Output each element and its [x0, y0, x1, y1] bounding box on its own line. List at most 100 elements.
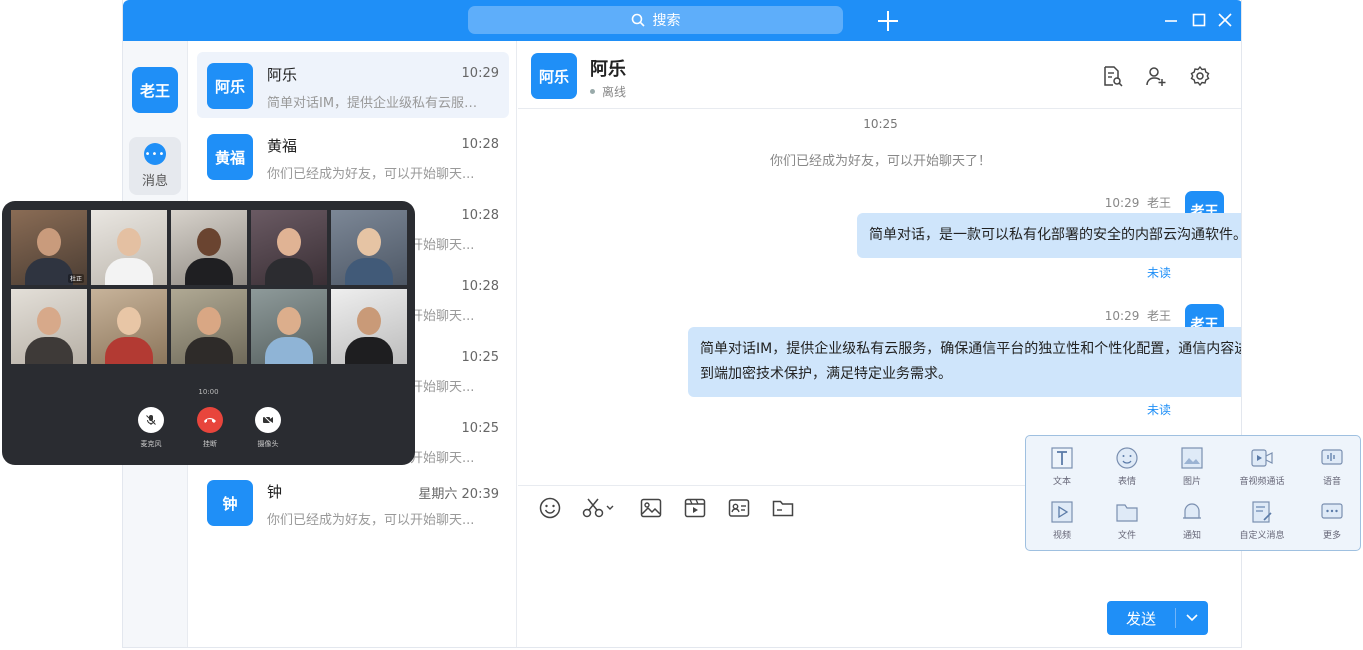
participant-body: [105, 258, 153, 285]
participant-tile[interactable]: [91, 289, 167, 364]
send-options-button[interactable]: [1176, 614, 1208, 622]
mic-button[interactable]: [138, 407, 164, 433]
image-icon: [1181, 447, 1203, 469]
conversation-name: 钟: [267, 483, 283, 501]
camera-label: 摄像头: [257, 440, 279, 448]
participant-head: [117, 307, 141, 335]
maximize-icon[interactable]: [1191, 12, 1207, 28]
camera-button[interactable]: [255, 407, 281, 433]
contact-card-icon[interactable]: [727, 496, 751, 520]
participant-body: [345, 337, 393, 364]
panel-item-custom[interactable]: 自定义消息: [1230, 500, 1294, 550]
message-bubble[interactable]: 简单对话IM，提供企业级私有云服务，确保通信平台的独立性和个性化配置，通信内容进…: [688, 327, 1241, 397]
custom-message-icon: [1252, 501, 1272, 523]
mic-label: 麦克风: [140, 440, 162, 448]
send-button[interactable]: 发送: [1107, 601, 1208, 635]
folder-icon[interactable]: [771, 496, 795, 520]
participant-tile[interactable]: [331, 289, 407, 364]
image-icon[interactable]: [639, 496, 663, 520]
participant-tile[interactable]: [251, 289, 327, 364]
participant-body: [185, 258, 233, 285]
participant-tile[interactable]: [11, 289, 87, 364]
search-placeholder: 搜索: [652, 13, 681, 29]
participant-tile[interactable]: [91, 210, 167, 285]
panel-item-image[interactable]: 图片: [1160, 446, 1224, 496]
panel-item-notify[interactable]: 通知: [1160, 500, 1224, 550]
mic-off-icon: [146, 415, 156, 425]
video-call-window: 杜正 10:00 麦克风 挂断 摄像头: [2, 201, 415, 465]
conversation-time: 10:28: [461, 208, 499, 223]
participant-head: [197, 228, 221, 256]
add-icon[interactable]: [875, 8, 901, 34]
title-bar: 搜索: [123, 0, 1241, 41]
hangup-icon: [204, 418, 216, 423]
panel-item-label: 图片: [1182, 477, 1201, 487]
panel-item-more[interactable]: 更多: [1300, 500, 1363, 550]
time-divider: 10:25: [863, 117, 898, 131]
participant-body: [345, 258, 393, 285]
user-avatar[interactable]: 老王: [132, 67, 178, 113]
close-icon[interactable]: [1217, 12, 1233, 28]
panel-item-av-call[interactable]: 音视频通话: [1230, 446, 1294, 496]
panel-item-label: 通知: [1182, 531, 1201, 541]
participant-head: [357, 228, 381, 256]
chat-header: 阿乐 阿乐 离线: [518, 41, 1241, 109]
nav-messages[interactable]: ••• 消息: [129, 137, 181, 195]
conversation-item[interactable]: 阿乐 阿乐 10:29 简单对话IM，提供企业级私有云服务...: [197, 52, 509, 118]
conversation-preview: 简单对话IM，提供企业级私有云服务...: [267, 96, 485, 111]
send-label: 发送: [1125, 609, 1156, 628]
conversation-time: 星期六 20:39: [418, 487, 499, 502]
message-type-panel: 文本 表情 图片 音视频通话 语音 视频 文件 通知 自定义消息 更多: [1025, 435, 1361, 551]
camera-off-icon: [262, 414, 274, 426]
participant-tile[interactable]: [251, 210, 327, 285]
read-status: 未读: [1146, 266, 1171, 280]
panel-item-voice[interactable]: 语音: [1300, 446, 1363, 496]
hangup-button[interactable]: [197, 407, 223, 433]
chat-avatar[interactable]: 阿乐: [531, 53, 577, 99]
panel-item-label: 视频: [1052, 531, 1071, 541]
conversation-name: 黄福: [267, 137, 298, 155]
emoji-icon: [1116, 447, 1138, 469]
conversation-item[interactable]: 黄福 黄福 10:28 你们已经成为好友，可以开始聊天...: [197, 123, 509, 189]
panel-item-label: 语音: [1322, 477, 1341, 487]
chat-status-text: 离线: [602, 85, 627, 99]
participant-tile[interactable]: [331, 210, 407, 285]
call-timer: 10:00: [198, 388, 219, 396]
search-history-icon[interactable]: [1101, 65, 1123, 87]
nav-messages-label: 消息: [141, 174, 168, 189]
panel-item-file[interactable]: 文件: [1095, 500, 1159, 550]
video-file-icon[interactable]: [683, 496, 707, 520]
status-dot: [590, 89, 595, 94]
participant-name: 杜正: [67, 274, 84, 283]
participant-tile[interactable]: 杜正: [11, 210, 87, 285]
message-sender: 老王: [1146, 196, 1171, 210]
participant-tile[interactable]: [171, 289, 247, 364]
message-bubble[interactable]: 简单对话，是一款可以私有化部署的安全的内部云沟通软件。: [857, 213, 1241, 258]
settings-icon[interactable]: [1189, 65, 1211, 87]
system-message: 你们已经成为好友，可以开始聊天了！: [769, 154, 991, 169]
folder-icon: [1116, 504, 1138, 522]
chat-name: 阿乐: [590, 59, 626, 80]
panel-item-text[interactable]: 文本: [1030, 446, 1094, 496]
search-box[interactable]: 搜索: [468, 6, 843, 34]
conversation-avatar: 钟: [207, 480, 253, 526]
panel-item-video[interactable]: 视频: [1030, 500, 1094, 550]
participant-tile[interactable]: [171, 210, 247, 285]
video-icon: [1051, 501, 1073, 523]
conversation-item[interactable]: 钟 钟 星期六 20:39 你们已经成为好友，可以开始聊天...: [197, 469, 509, 535]
participant-head: [277, 307, 301, 335]
minimize-icon[interactable]: [1163, 12, 1179, 28]
panel-item-emoji[interactable]: 表情: [1095, 446, 1159, 496]
add-member-icon[interactable]: [1145, 65, 1167, 87]
participant-body: [105, 337, 153, 364]
hangup-label: 挂断: [203, 440, 217, 448]
participant-body: [265, 258, 313, 285]
message-time: 10:29: [1104, 196, 1140, 210]
emoji-icon[interactable]: [538, 496, 562, 520]
search-icon: [631, 13, 645, 27]
conversation-preview: 你们已经成为好友，可以开始聊天...: [267, 167, 475, 182]
screenshot-icon[interactable]: [581, 496, 617, 520]
text-icon: [1051, 447, 1073, 469]
conversation-name: 阿乐: [267, 66, 298, 84]
participant-head: [197, 307, 221, 335]
